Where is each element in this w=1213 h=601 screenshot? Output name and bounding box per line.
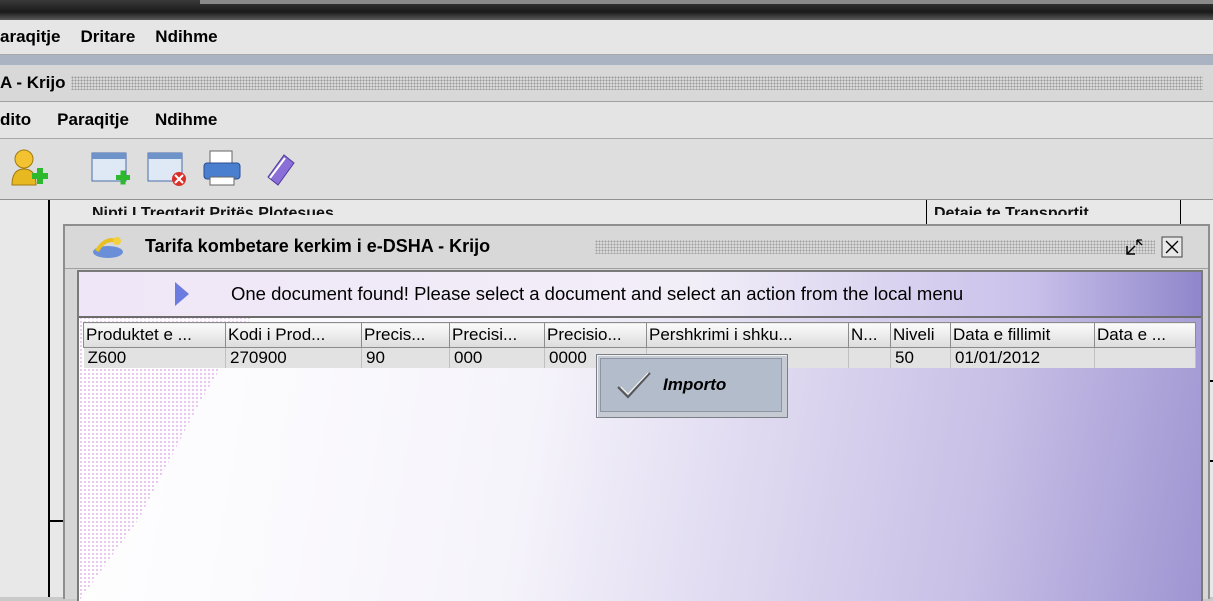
top-window-strip: [0, 0, 1213, 20]
menu-item-label: Importo: [663, 375, 727, 394]
book-icon[interactable]: [258, 147, 302, 191]
menu-ndihme-2[interactable]: Ndihme: [155, 110, 217, 130]
window-add-icon[interactable]: [90, 147, 134, 191]
right-frame-line-2: [1180, 200, 1181, 224]
column-header[interactable]: Produktet e ...: [83, 322, 226, 348]
checkmark-icon: [617, 372, 651, 399]
table-cell[interactable]: [1094, 347, 1196, 368]
column-header[interactable]: N...: [848, 322, 891, 348]
restore-icon[interactable]: [1125, 238, 1145, 256]
info-arrow-icon: [175, 282, 189, 306]
inner-menubar: dito Paraqitje Ndihme: [0, 102, 1213, 139]
table-cell[interactable]: [848, 347, 891, 368]
inner-window-title: A - Krijo: [0, 73, 66, 92]
left-frame-line: [48, 200, 50, 597]
dialog-titlebar-texture: [595, 240, 1155, 254]
separator-band: [0, 55, 1213, 65]
column-header[interactable]: Precisio...: [544, 322, 647, 348]
column-header[interactable]: Data e fillimit: [950, 322, 1095, 348]
right-frame-line: [926, 200, 927, 224]
table-cell[interactable]: 000: [449, 347, 545, 368]
table-cell[interactable]: 90: [361, 347, 450, 368]
close-icon[interactable]: [1161, 236, 1183, 258]
table-cell[interactable]: 270900: [225, 347, 362, 368]
titlebar-texture: [71, 76, 1203, 90]
column-header[interactable]: Kodi i Prod...: [225, 322, 362, 348]
tick-mark: [50, 520, 63, 522]
user-add-icon[interactable]: [8, 147, 52, 191]
status-message: One document found! Please select a docu…: [231, 283, 964, 304]
table-header-row: Produktet e ... Kodi i Prod... Precis...…: [83, 322, 1196, 348]
main-menubar: araqitje Dritare Ndihme: [0, 20, 1213, 55]
column-header[interactable]: Pershkrimi i shku...: [646, 322, 849, 348]
table-cell[interactable]: 01/01/2012: [950, 347, 1095, 368]
app-icon: [93, 237, 123, 258]
menu-paraqitje[interactable]: araqitje: [0, 27, 60, 47]
column-header[interactable]: Niveli: [890, 322, 951, 348]
column-header[interactable]: Precis...: [361, 322, 450, 348]
message-bar: One document found! Please select a docu…: [79, 272, 1201, 318]
menu-paraqitje-2[interactable]: Paraqitje: [57, 110, 129, 130]
background-right-header: Detaje te Transportit: [934, 205, 1089, 215]
print-icon[interactable]: [200, 147, 244, 191]
table-cell[interactable]: Z600: [83, 347, 226, 368]
menu-dritare[interactable]: Dritare: [80, 27, 135, 47]
results-panel: One document found! Please select a docu…: [77, 270, 1203, 601]
toolbar: [0, 139, 1213, 200]
inner-window-titlebar: A - Krijo: [0, 65, 1213, 102]
background-left-header: Nipti I Tregtarit Pritës Plotesues: [92, 205, 334, 215]
context-menu: Importo: [596, 354, 788, 418]
menu-item-importo[interactable]: Importo: [600, 358, 782, 412]
table-cell[interactable]: 50: [890, 347, 951, 368]
menu-ndihme[interactable]: Ndihme: [155, 27, 217, 47]
window-remove-icon[interactable]: [146, 147, 190, 191]
menu-edito[interactable]: dito: [0, 110, 31, 130]
column-header[interactable]: Data e ...: [1094, 322, 1196, 348]
column-header[interactable]: Precisi...: [449, 322, 545, 348]
dialog-title: Tarifa kombetare kerkim i e-DSHA - Krijo: [145, 236, 491, 256]
dialog-titlebar: Tarifa kombetare kerkim i e-DSHA - Krijo: [65, 226, 1208, 269]
